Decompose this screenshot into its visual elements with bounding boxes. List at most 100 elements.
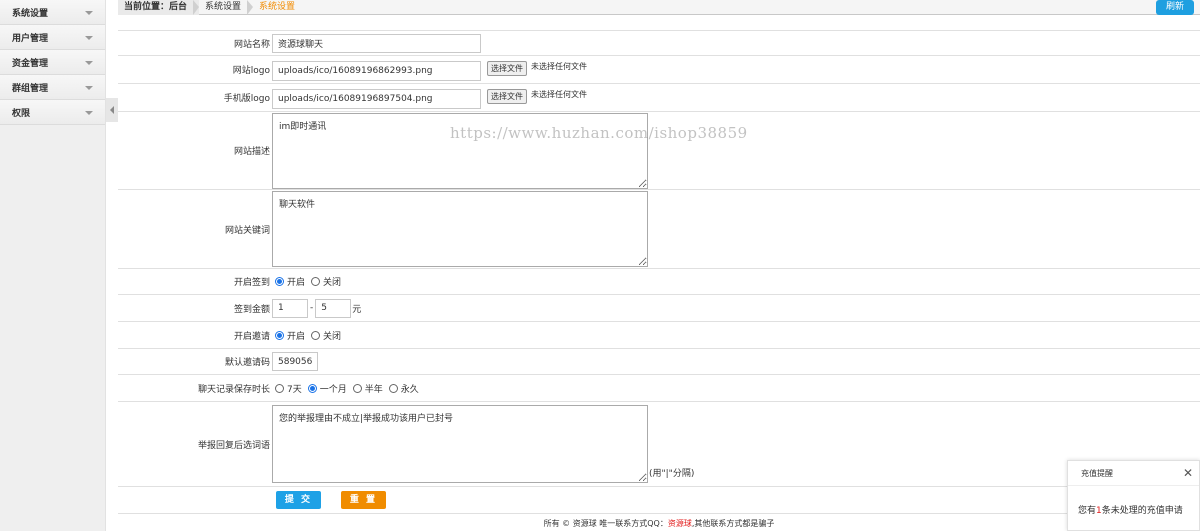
row-site-description: 网站描述 im即时通讯 [118,112,1200,190]
site-name-input[interactable] [272,33,481,53]
radio-icon [311,330,321,340]
file-status: 未选择任何文件 [531,61,587,71]
default-invite-label: 默认邀请码 [224,358,270,368]
row-report-reply: 举报回复后选词语 您的举报理由不成立|举报成功该用户已封号 (用"|"分隔) [118,402,1200,487]
mobile-logo-path-input[interactable] [272,88,481,109]
popup-title: 充值提醒 [1081,469,1113,478]
breadcrumb-item[interactable]: 系统设置 [199,0,254,15]
radio-icon [388,383,398,393]
sidebar-item-label: 群组管理 [12,83,49,94]
choose-file-button[interactable]: 选择文件 [487,88,527,104]
site-logo-path-input[interactable] [272,60,481,81]
row-site-keywords: 网站关键词 聊天软件 [118,190,1200,269]
sidebar-item-label: 系统设置 [12,8,49,19]
row-invite: 开启邀请 开启 关闭 [118,322,1200,349]
chevron-down-icon [85,111,93,115]
radio-icon [311,277,321,286]
breadcrumb: 当前位置：后台 系统设置 系统设置 [118,0,307,15]
top-bar: 当前位置：后台 系统设置 系统设置 刷新 [118,0,1200,15]
settings-form: 网站名称 网站logo 选择文件 未选择任何文件 手机版logo 选择文件 未选… [118,30,1200,514]
site-keywords-textarea[interactable]: 聊天软件 [272,191,648,267]
report-reply-label: 举报回复后选词语 [197,440,270,451]
default-invite-input[interactable] [272,352,318,371]
chevron-down-icon [85,11,93,15]
chevron-left-icon [110,106,114,114]
reset-button[interactable]: 重 置 [341,491,386,509]
row-actions: 提 交 重 置 [118,487,1200,514]
chevron-down-icon [85,36,93,40]
separator-hint: (用"|"分隔) [649,469,695,479]
radio-label: 半年 [364,384,383,395]
chevron-down-icon [85,86,93,90]
radio-selected-icon [275,330,284,340]
checkin-amount-label: 签到金额 [233,304,270,315]
recharge-notification-popup: 充值提醒 ✕ 您有1条未处理的充值申请 [1067,460,1200,531]
popup-message[interactable]: 您有1条未处理的充值申请 [1068,486,1199,516]
row-checkin: 开启签到 开启 关闭 [118,269,1200,295]
checkin-label: 开启签到 [233,278,270,288]
retention-1m-radio[interactable]: 一个月 [307,382,347,395]
row-site-name: 网站名称 [118,31,1200,56]
breadcrumb-prefix: 当前位置：后台 [118,0,200,15]
sidebar-item-group-management[interactable]: 群组管理 [0,75,105,100]
radio-label: 永久 [400,384,419,395]
chevron-down-icon [85,61,93,65]
radio-selected-icon [307,383,317,393]
radio-icon [352,383,362,393]
checkin-off-radio[interactable]: 关闭 [311,275,341,288]
submit-button[interactable]: 提 交 [276,491,321,509]
radio-selected-icon [275,277,284,286]
sidebar-item-label: 资金管理 [12,58,49,69]
unit-label: 元 [352,304,362,315]
site-description-label: 网站描述 [233,147,270,157]
checkin-amount-min-input[interactable] [272,298,308,318]
row-default-invite: 默认邀请码 [118,349,1200,375]
refresh-button[interactable]: 刷新 [1156,0,1194,15]
radio-label: 开启 [287,331,306,342]
radio-label: 开启 [287,278,306,288]
radio-label: 7天 [287,384,302,395]
footer: 所有 © 资源球 唯一联系方式QQ：资源球,其他联系方式都是骗子 [118,518,1200,529]
sidebar-collapse-toggle[interactable] [106,98,118,122]
retention-7d-radio[interactable]: 7天 [275,382,302,395]
row-chat-retention: 聊天记录保存时长 7天 一个月 半年 永久 [118,375,1200,402]
file-status: 未选择任何文件 [531,89,587,99]
invite-label: 开启邀请 [233,331,270,342]
footer-text: 所有 © 资源球 唯一联系方式QQ： [543,519,668,528]
sidebar-item-label: 用户管理 [12,33,49,44]
radio-label: 关闭 [323,278,342,288]
retention-forever-radio[interactable]: 永久 [388,382,419,395]
choose-file-button[interactable]: 选择文件 [487,60,527,76]
site-description-textarea[interactable]: im即时通讯 [272,112,648,189]
report-reply-textarea[interactable]: 您的举报理由不成立|举报成功该用户已封号 [272,405,648,483]
mobile-logo-label: 手机版logo [223,94,270,104]
popup-msg-prefix: 您有 [1078,506,1097,516]
invite-on-radio[interactable]: 开启 [275,329,305,342]
footer-suffix: ,其他联系方式都是骗子 [691,519,775,528]
site-logo-label: 网站logo [232,66,270,76]
invite-off-radio[interactable]: 关闭 [311,329,341,342]
range-separator: - [310,303,314,313]
sidebar: 系统设置 用户管理 资金管理 群组管理 权限 [0,0,106,531]
site-keywords-label: 网站关键词 [224,225,270,236]
sidebar-item-label: 权限 [12,108,31,119]
sidebar-item-system-settings[interactable]: 系统设置 [0,0,105,25]
row-mobile-logo: 手机版logo 选择文件 未选择任何文件 [118,84,1200,112]
sidebar-item-permissions[interactable]: 权限 [0,100,105,125]
chat-retention-label: 聊天记录保存时长 [197,384,270,395]
row-checkin-amount: 签到金额 - 元 [118,295,1200,322]
sidebar-item-user-management[interactable]: 用户管理 [0,25,105,50]
breadcrumb-current: 系统设置 [259,2,296,12]
close-icon[interactable]: ✕ [1183,461,1193,486]
checkin-amount-max-input[interactable] [315,298,352,318]
sidebar-item-fund-management[interactable]: 资金管理 [0,50,105,75]
footer-highlight: 资源球 [667,519,692,528]
popup-msg-suffix: 条未处理的充值申请 [1101,506,1183,516]
radio-icon [275,383,284,393]
retention-6m-radio[interactable]: 半年 [352,382,383,395]
checkin-on-radio[interactable]: 开启 [275,275,305,288]
row-site-logo: 网站logo 选择文件 未选择任何文件 [118,56,1200,84]
radio-label: 关闭 [323,331,342,342]
radio-label: 一个月 [319,384,347,395]
site-name-label: 网站名称 [233,39,270,50]
